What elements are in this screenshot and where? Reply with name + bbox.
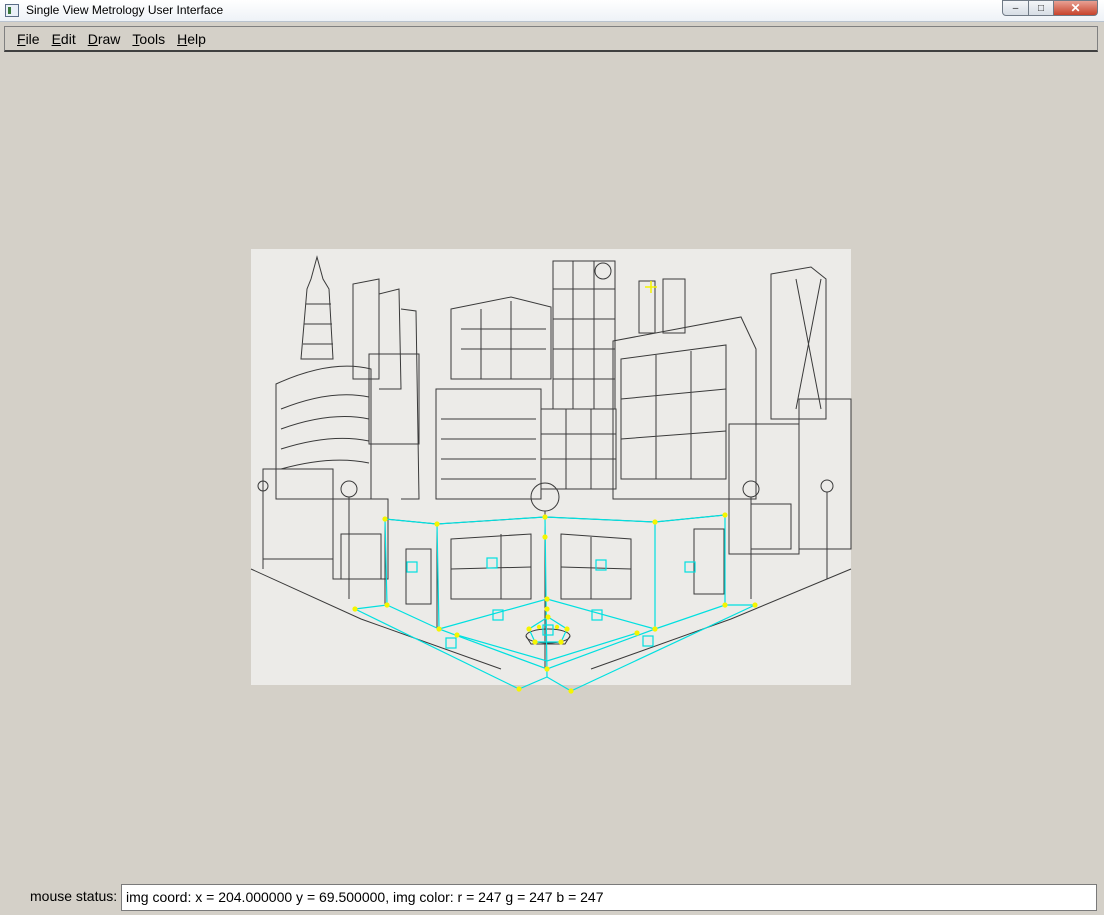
menu-file[interactable]: File xyxy=(11,28,46,50)
window-controls: – □ ✕ xyxy=(1002,0,1098,16)
app-icon[interactable] xyxy=(5,4,19,17)
close-button[interactable]: ✕ xyxy=(1054,0,1098,16)
background-buildings xyxy=(250,255,852,670)
image-canvas[interactable] xyxy=(5,53,1098,881)
city-sketch-image[interactable] xyxy=(250,249,852,694)
menu-bar: File Edit Draw Tools Help xyxy=(4,26,1098,52)
window-title: Single View Metrology User Interface xyxy=(26,3,224,17)
status-label: mouse status: xyxy=(30,888,118,904)
menu-edit[interactable]: Edit xyxy=(46,28,82,50)
mouse-status-field[interactable]: img coord: x = 204.000000 y = 69.500000,… xyxy=(121,884,1097,911)
minimize-button[interactable]: – xyxy=(1002,0,1029,16)
status-bar: mouse status: img coord: x = 204.000000 … xyxy=(0,881,1104,915)
menu-tools[interactable]: Tools xyxy=(126,28,171,50)
menu-draw[interactable]: Draw xyxy=(82,28,127,50)
sketch-drawing xyxy=(250,255,852,694)
metrology-overlay xyxy=(354,514,756,692)
app-window: Single View Metrology User Interface – □… xyxy=(0,0,1104,915)
maximize-button[interactable]: □ xyxy=(1029,0,1054,16)
menu-help[interactable]: Help xyxy=(171,28,212,50)
title-bar[interactable]: Single View Metrology User Interface – □… xyxy=(0,0,1104,22)
